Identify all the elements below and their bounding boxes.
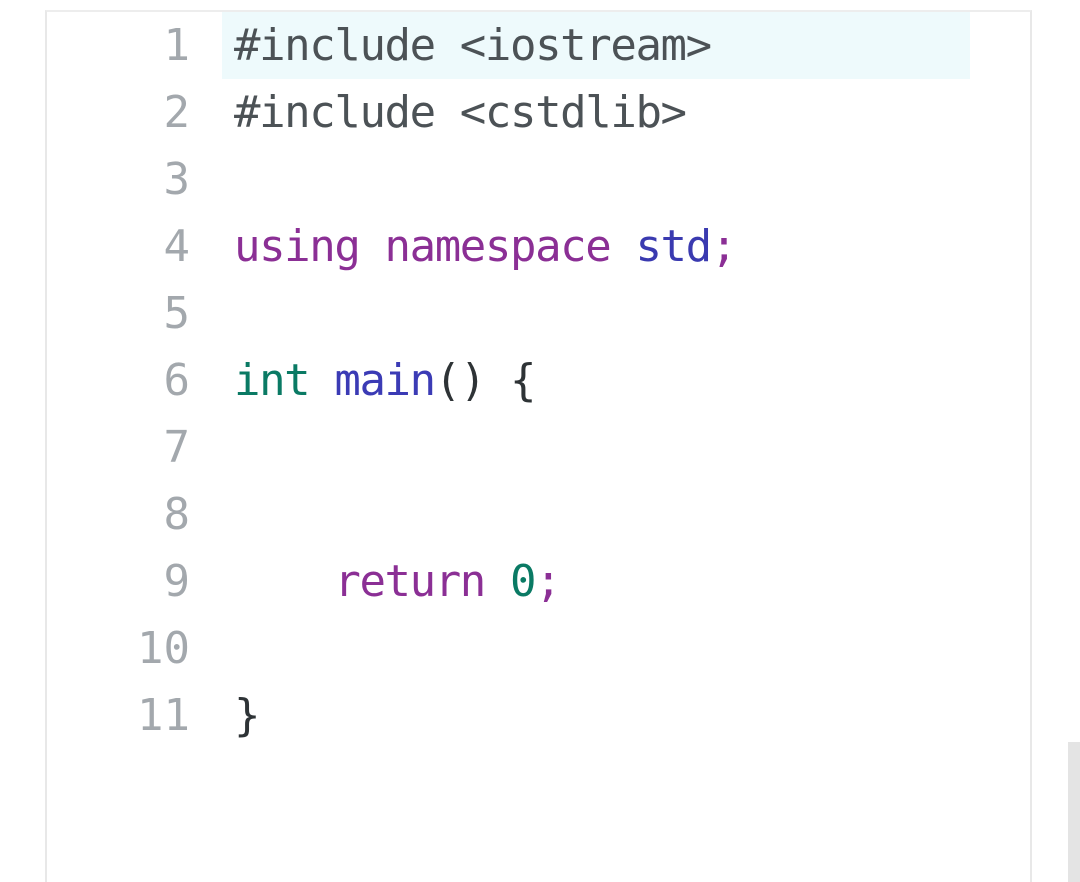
- code-line[interactable]: 6 int main() {: [47, 347, 1030, 414]
- line-number: 10: [137, 623, 190, 674]
- code-line[interactable]: 8: [47, 481, 1030, 548]
- line-number: 1: [163, 20, 191, 71]
- line-code[interactable]: #include <cstdlib>: [234, 79, 687, 146]
- code-token-number: 0: [510, 556, 536, 607]
- code-line[interactable]: 4 using namespace std;: [47, 213, 1030, 280]
- code-line[interactable]: 11}: [47, 682, 1030, 749]
- vertical-scrollbar-thumb[interactable]: [1068, 742, 1080, 882]
- code-lines-container[interactable]: 1 #include <iostream> 2 #include <cstdlib> 3…: [47, 12, 1030, 882]
- code-token-punct: () {: [434, 355, 537, 406]
- code-token-keyword: using namespace: [234, 221, 636, 272]
- code-line[interactable]: 2 #include <cstdlib>: [47, 79, 1030, 146]
- line-number: 4: [163, 221, 191, 272]
- line-number: 3: [163, 154, 191, 205]
- code-line[interactable]: 9 return 0;: [47, 548, 1030, 615]
- line-number: 5: [163, 288, 191, 339]
- line-number: 2: [163, 87, 191, 138]
- line-code[interactable]: int main() {: [234, 347, 537, 414]
- code-token-ns: std: [635, 221, 712, 272]
- code-token-type: int: [234, 355, 335, 406]
- code-editor-panel[interactable]: 1 #include <iostream> 2 #include <cstdlib> 3…: [45, 10, 1032, 882]
- line-number: 11: [137, 690, 190, 741]
- code-token-keyword: return: [234, 556, 510, 607]
- code-token-plain: #include <cstdlib>: [234, 87, 687, 138]
- line-code[interactable]: return 0;: [234, 548, 561, 615]
- code-token-keyword: ;: [535, 556, 561, 607]
- code-token-name: main: [334, 355, 436, 406]
- code-line[interactable]: 1 #include <iostream>: [47, 12, 1030, 79]
- line-code[interactable]: }: [234, 682, 260, 749]
- line-code[interactable]: using namespace std;: [234, 213, 737, 280]
- screen-root: 1 #include <iostream> 2 #include <cstdlib> 3…: [0, 0, 1080, 882]
- line-number: 8: [163, 489, 191, 540]
- code-token-punct: }: [234, 690, 260, 741]
- line-number: 9: [163, 556, 191, 607]
- code-line[interactable]: 3: [47, 146, 1030, 213]
- code-token-plain: #include <iostream>: [234, 20, 712, 71]
- code-line[interactable]: 5: [47, 280, 1030, 347]
- code-line[interactable]: 7: [47, 414, 1030, 481]
- line-number: 6: [163, 355, 191, 406]
- line-number: 7: [163, 422, 191, 473]
- code-token-keyword: ;: [710, 221, 737, 272]
- line-code[interactable]: #include <iostream>: [234, 12, 712, 79]
- code-line[interactable]: 10: [47, 615, 1030, 682]
